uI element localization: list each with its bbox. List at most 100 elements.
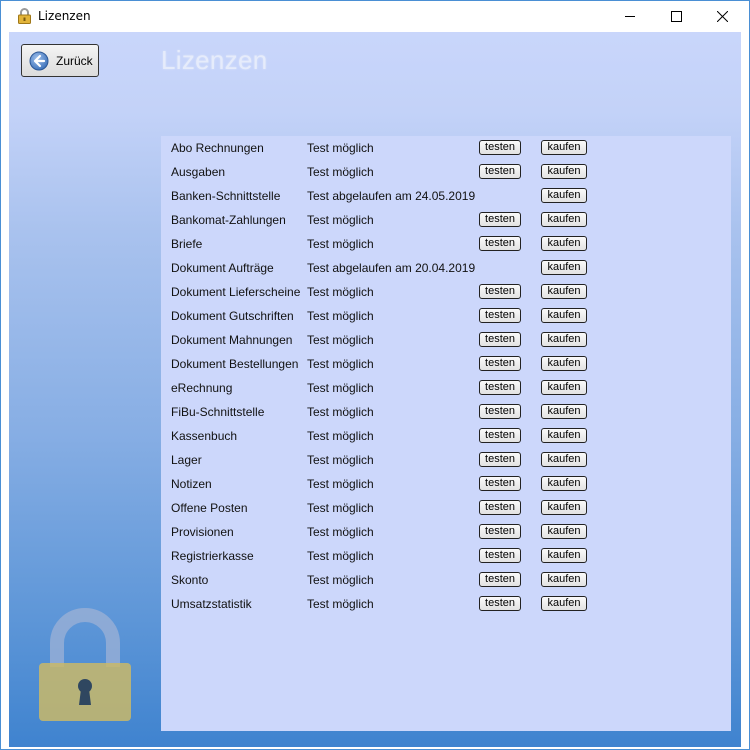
client-area: Zurück Lizenzen Abo Rechnungen Test mögli… xyxy=(9,32,741,747)
license-status: Test möglich xyxy=(307,381,374,395)
test-button[interactable]: testen xyxy=(479,452,521,467)
buy-button[interactable]: kaufen xyxy=(541,428,587,443)
buy-button[interactable]: kaufen xyxy=(541,404,587,419)
test-button[interactable]: testen xyxy=(479,140,521,155)
buy-button[interactable]: kaufen xyxy=(541,596,587,611)
test-button[interactable]: testen xyxy=(479,356,521,371)
license-name: Skonto xyxy=(171,573,209,587)
buy-button[interactable]: kaufen xyxy=(541,524,587,539)
license-name: Dokument Aufträge xyxy=(171,261,274,275)
maximize-button[interactable] xyxy=(653,1,699,32)
test-button[interactable]: testen xyxy=(479,212,521,227)
license-status: Test möglich xyxy=(307,165,374,179)
license-row: Offene Posten Test möglich testen kaufen xyxy=(161,496,731,520)
license-row: Notizen Test möglich testen kaufen xyxy=(161,472,731,496)
app-window: Lizenzen Zurück Lizenzen Abo Rechnungen … xyxy=(0,0,750,750)
test-button[interactable]: testen xyxy=(479,596,521,611)
license-name: Kassenbuch xyxy=(171,429,238,443)
test-button[interactable]: testen xyxy=(479,308,521,323)
license-row: Dokument Gutschriften Test möglich testen k… xyxy=(161,304,731,328)
page-title: Lizenzen xyxy=(161,45,268,75)
test-button[interactable]: testen xyxy=(479,548,521,563)
license-status: Test möglich xyxy=(307,333,374,347)
buy-button[interactable]: kaufen xyxy=(541,380,587,395)
license-row: Bankomat-Zahlungen Test möglich testen kauf… xyxy=(161,208,731,232)
buy-button[interactable]: kaufen xyxy=(541,548,587,563)
buy-button[interactable]: kaufen xyxy=(541,236,587,251)
test-button[interactable]: testen xyxy=(479,332,521,347)
license-name: Briefe xyxy=(171,237,203,251)
buy-button[interactable]: kaufen xyxy=(541,308,587,323)
test-button[interactable]: testen xyxy=(479,380,521,395)
license-row: Kassenbuch Test möglich testen kaufen xyxy=(161,424,731,448)
license-name: FiBu-Schnittstelle xyxy=(171,405,265,419)
buy-button[interactable]: kaufen xyxy=(541,164,587,179)
license-status: Test möglich xyxy=(307,549,374,563)
test-button[interactable]: testen xyxy=(479,572,521,587)
license-name: Registrierkasse xyxy=(171,549,254,563)
license-row: Registrierkasse Test möglich testen kaufen xyxy=(161,544,731,568)
license-status: Test möglich xyxy=(307,285,374,299)
license-status: Test möglich xyxy=(307,309,374,323)
buy-button[interactable]: kaufen xyxy=(541,356,587,371)
license-status: Test abgelaufen am 24.05.2019 xyxy=(307,189,476,203)
license-name: Bankomat-Zahlungen xyxy=(171,213,286,227)
license-name: Dokument Lieferscheine xyxy=(171,285,301,299)
license-row: Dokument Aufträge Test abgelaufen am 20.0… xyxy=(161,256,731,280)
padlock-watermark-icon xyxy=(39,608,131,721)
test-button[interactable]: testen xyxy=(479,524,521,539)
test-button[interactable]: testen xyxy=(479,476,521,491)
license-status: Test möglich xyxy=(307,429,374,443)
buy-button[interactable]: kaufen xyxy=(541,476,587,491)
buy-button[interactable]: kaufen xyxy=(541,284,587,299)
license-status: Test möglich xyxy=(307,237,374,251)
back-button[interactable]: Zurück xyxy=(21,44,99,77)
test-button[interactable]: testen xyxy=(479,428,521,443)
license-row: Skonto Test möglich testen kaufen xyxy=(161,568,731,592)
test-button[interactable]: testen xyxy=(479,236,521,251)
license-row: Ausgaben Test möglich testen kaufen xyxy=(161,160,731,184)
title-bar[interactable]: Lizenzen xyxy=(1,1,749,32)
license-name: Provisionen xyxy=(171,525,234,539)
buy-button[interactable]: kaufen xyxy=(541,500,587,515)
minimize-button[interactable] xyxy=(607,1,653,32)
license-name: Dokument Bestellungen xyxy=(171,357,299,371)
license-status: Test möglich xyxy=(307,501,374,515)
license-name: Banken-Schnittstelle xyxy=(171,189,281,203)
license-status: Test abgelaufen am 20.04.2019 xyxy=(307,261,476,275)
license-status: Test möglich xyxy=(307,213,374,227)
license-status: Test möglich xyxy=(307,477,374,491)
padlock-icon xyxy=(18,8,31,24)
license-row: Umsatzstatistik Test möglich testen kaufen xyxy=(161,592,731,616)
buy-button[interactable]: kaufen xyxy=(541,260,587,275)
license-name: Notizen xyxy=(171,477,212,491)
license-row: Dokument Bestellungen Test möglich testen k… xyxy=(161,352,731,376)
license-row: eRechnung Test möglich testen kaufen xyxy=(161,376,731,400)
license-name: Dokument Mahnungen xyxy=(171,333,293,347)
license-status: Test möglich xyxy=(307,525,374,539)
buy-button[interactable]: kaufen xyxy=(541,332,587,347)
license-status: Test möglich xyxy=(307,573,374,587)
test-button[interactable]: testen xyxy=(479,500,521,515)
test-button[interactable]: testen xyxy=(479,284,521,299)
test-button[interactable]: testen xyxy=(479,404,521,419)
maximize-icon xyxy=(670,11,682,22)
buy-button[interactable]: kaufen xyxy=(541,212,587,227)
buy-button[interactable]: kaufen xyxy=(541,452,587,467)
arrow-left-circle-icon xyxy=(29,51,49,70)
buy-button[interactable]: kaufen xyxy=(541,188,587,203)
buy-button[interactable]: kaufen xyxy=(541,140,587,155)
window-title: Lizenzen xyxy=(38,9,91,23)
license-status: Test möglich xyxy=(307,453,374,467)
license-name: Lager xyxy=(171,453,202,467)
license-row: Provisionen Test möglich testen kaufen xyxy=(161,520,731,544)
license-name: Dokument Gutschriften xyxy=(171,309,294,323)
license-row: Lager Test möglich testen kaufen xyxy=(161,448,731,472)
test-button[interactable]: testen xyxy=(479,164,521,179)
buy-button[interactable]: kaufen xyxy=(541,572,587,587)
license-row: Dokument Lieferscheine Test möglich testen… xyxy=(161,280,731,304)
license-name: Offene Posten xyxy=(171,501,248,515)
close-button[interactable] xyxy=(699,1,745,32)
license-status: Test möglich xyxy=(307,405,374,419)
license-name: eRechnung xyxy=(171,381,233,395)
